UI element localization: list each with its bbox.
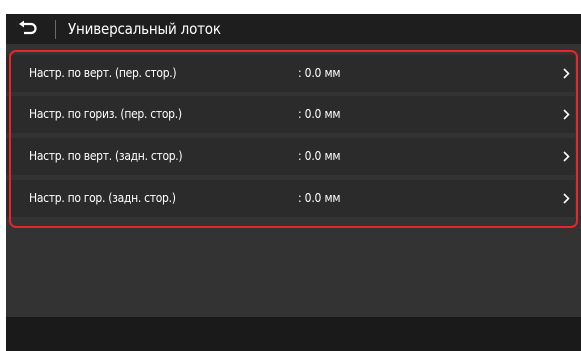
footer-bar [6, 317, 581, 351]
setting-row-vert-back[interactable]: Настр. по верт. (задн. стор.) : 0.0 мм [6, 138, 575, 175]
back-button[interactable] [6, 14, 50, 44]
header-divider [55, 20, 56, 39]
setting-row-horiz-front[interactable]: Настр. по гориз. (пер. стор.) : 0.0 мм [6, 96, 575, 133]
setting-row-horiz-back[interactable]: Настр. по гор. (задн. стор.) : 0.0 мм [6, 180, 575, 217]
setting-label: Настр. по верт. (пер. стор.) [29, 66, 177, 80]
chevron-right-icon [561, 96, 571, 133]
setting-label: Настр. по гор. (задн. стор.) [29, 191, 176, 205]
chevron-right-icon [561, 138, 571, 175]
setting-row-vert-front[interactable]: Настр. по верт. (пер. стор.) : 0.0 мм [6, 55, 575, 92]
printer-panel-screen: Универсальный лоток Настр. по верт. (пер… [6, 14, 581, 351]
chevron-right-icon [561, 55, 571, 92]
header-bar: Универсальный лоток [6, 14, 581, 44]
setting-value: : 0.0 мм [298, 149, 341, 163]
back-arrow-icon [19, 20, 37, 35]
page-title: Универсальный лоток [68, 20, 221, 38]
chevron-right-icon [561, 180, 571, 217]
setting-value: : 0.0 мм [298, 191, 341, 205]
setting-label: Настр. по верт. (задн. стор.) [29, 149, 183, 163]
setting-value: : 0.0 мм [298, 107, 341, 121]
setting-value: : 0.0 мм [298, 66, 341, 80]
setting-label: Настр. по гориз. (пер. стор.) [29, 107, 182, 121]
